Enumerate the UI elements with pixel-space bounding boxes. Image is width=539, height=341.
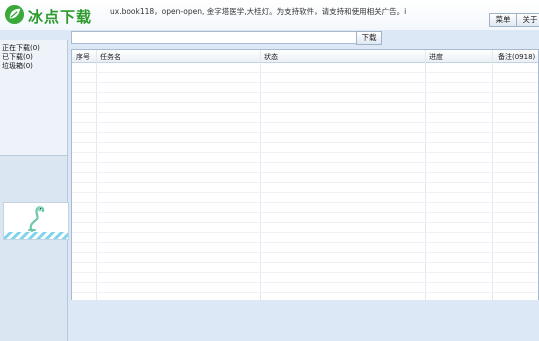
- row-divider: [72, 182, 538, 183]
- app-logo: 冰点下载: [4, 3, 99, 27]
- download-button[interactable]: 下载: [356, 31, 382, 45]
- row-divider: [72, 192, 538, 193]
- row-divider: [72, 262, 538, 263]
- column-header-task-name[interactable]: 任务名: [100, 52, 121, 62]
- url-input[interactable]: [71, 31, 357, 44]
- row-divider: [72, 232, 538, 233]
- title-bar: 冰点下载 ux.book118，open-open, 金字塔医学,大桂灯。为支持…: [0, 0, 539, 30]
- row-divider: [72, 92, 538, 93]
- row-divider: [72, 222, 538, 223]
- column-header-progress[interactable]: 进度: [429, 52, 443, 62]
- menu-button[interactable]: 菜单: [489, 13, 517, 27]
- column-header-index[interactable]: 序号: [76, 52, 90, 62]
- row-divider: [72, 102, 538, 103]
- row-divider: [72, 212, 538, 213]
- logo-leaf-icon: [4, 4, 25, 25]
- row-divider: [72, 112, 538, 113]
- row-divider: [72, 242, 538, 243]
- row-divider: [72, 292, 538, 293]
- row-divider: [72, 272, 538, 273]
- row-divider: [72, 122, 538, 123]
- app-title: 冰点下载: [28, 8, 93, 26]
- column-header-status[interactable]: 状态: [264, 52, 278, 62]
- row-divider: [72, 162, 538, 163]
- task-table[interactable]: 序号 任务名 状态 进度 备注(0918): [71, 49, 539, 301]
- ad-banner[interactable]: [3, 202, 69, 240]
- status-bar: [71, 300, 539, 341]
- row-divider: [72, 152, 538, 153]
- row-divider: [72, 282, 538, 283]
- column-header-notes[interactable]: 备注(0918): [498, 52, 535, 62]
- sidebar: 正在下载(0) 已下载(0) 垃圾箱(0): [0, 40, 69, 341]
- row-divider: [72, 132, 538, 133]
- announcement-text: ux.book118，open-open, 金字塔医学,大桂灯。为支持软件，请支…: [110, 7, 407, 16]
- row-divider: [72, 202, 538, 203]
- row-divider: [72, 142, 538, 143]
- row-divider: [72, 72, 538, 73]
- sidebar-item-trash[interactable]: 垃圾箱(0): [2, 61, 33, 71]
- about-button[interactable]: 关于: [516, 13, 539, 27]
- row-divider: [72, 252, 538, 253]
- table-header: 序号 任务名 状态 进度 备注(0918): [72, 50, 538, 63]
- row-divider: [72, 172, 538, 173]
- mascot-ad-image: [4, 206, 68, 239]
- category-list: 正在下载(0) 已下载(0) 垃圾箱(0): [0, 40, 67, 156]
- row-divider: [72, 82, 538, 83]
